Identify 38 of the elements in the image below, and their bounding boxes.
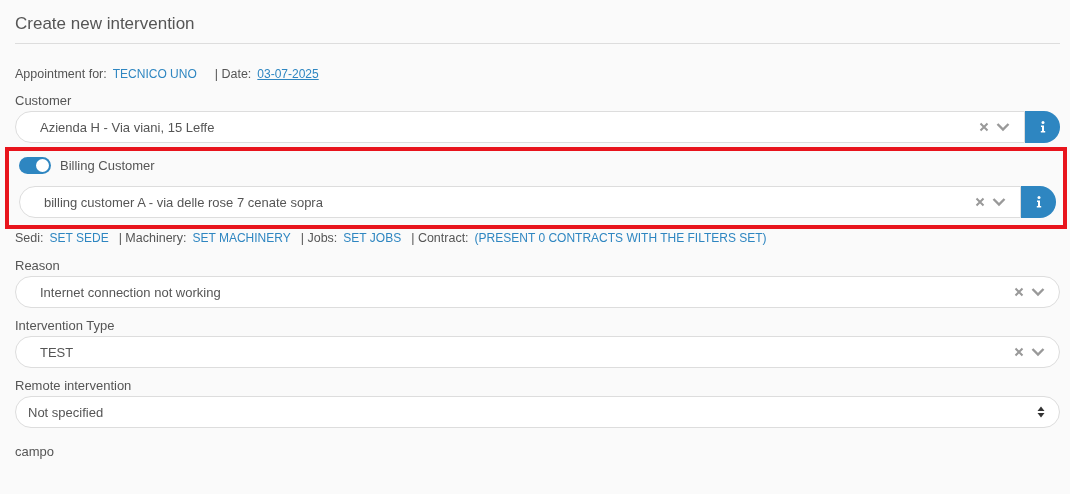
date-link[interactable]: 03-07-2025 [257, 67, 319, 81]
clear-icon[interactable] [1014, 287, 1024, 297]
toggle-label: Billing Customer [60, 157, 155, 173]
sort-arrows-icon [1037, 406, 1045, 418]
chevron-down-icon[interactable] [1031, 287, 1045, 297]
chevron-down-icon[interactable] [992, 197, 1006, 207]
set-link[interactable]: SET SEDE [49, 231, 109, 245]
info-button[interactable] [1021, 186, 1056, 218]
clear-icon[interactable] [979, 122, 989, 132]
field-label: Reason [15, 258, 61, 275]
field-label: Sedi: [15, 231, 44, 245]
technician-link[interactable]: TECNICO UNO [112, 67, 197, 81]
select-field[interactable]: TEST [15, 336, 1060, 368]
set-link[interactable]: SET JOBS [343, 231, 402, 245]
set-link[interactable]: SET MACHINERY [192, 231, 291, 245]
field-label: | Machinery: [118, 231, 187, 245]
field-label: | Jobs: [300, 231, 338, 245]
field-label: | Contract: [411, 231, 469, 245]
toggle-switch[interactable] [19, 156, 51, 174]
field-label: Appointment for: [15, 67, 107, 81]
page-title: Create new intervention [15, 0, 1060, 44]
info-button[interactable] [1025, 111, 1060, 143]
field-label: | Date: [214, 67, 252, 81]
field-label: Intervention Type [15, 318, 116, 335]
select-field[interactable]: Internet connection not working [15, 276, 1060, 308]
field-label: Remote intervention [15, 378, 133, 395]
set-link[interactable]: (PRESENT 0 CONTRACTS WITH THE FILTERS SET) [474, 231, 767, 245]
info-icon [1035, 196, 1042, 208]
select-field[interactable]: Azienda H - Via viani, 15 Leffe [15, 111, 1025, 143]
chevron-down-icon[interactable] [1031, 347, 1045, 357]
select-field[interactable]: billing customer A - via delle rose 7 cenate sopra [19, 186, 1021, 218]
info-icon [1039, 121, 1046, 133]
field-label: campo [15, 444, 56, 461]
clear-icon[interactable] [975, 197, 985, 207]
select-field[interactable]: Not specified [15, 396, 1060, 428]
field-label: Customer [15, 93, 73, 110]
clear-icon[interactable] [1014, 347, 1024, 357]
chevron-down-icon[interactable] [996, 122, 1010, 132]
